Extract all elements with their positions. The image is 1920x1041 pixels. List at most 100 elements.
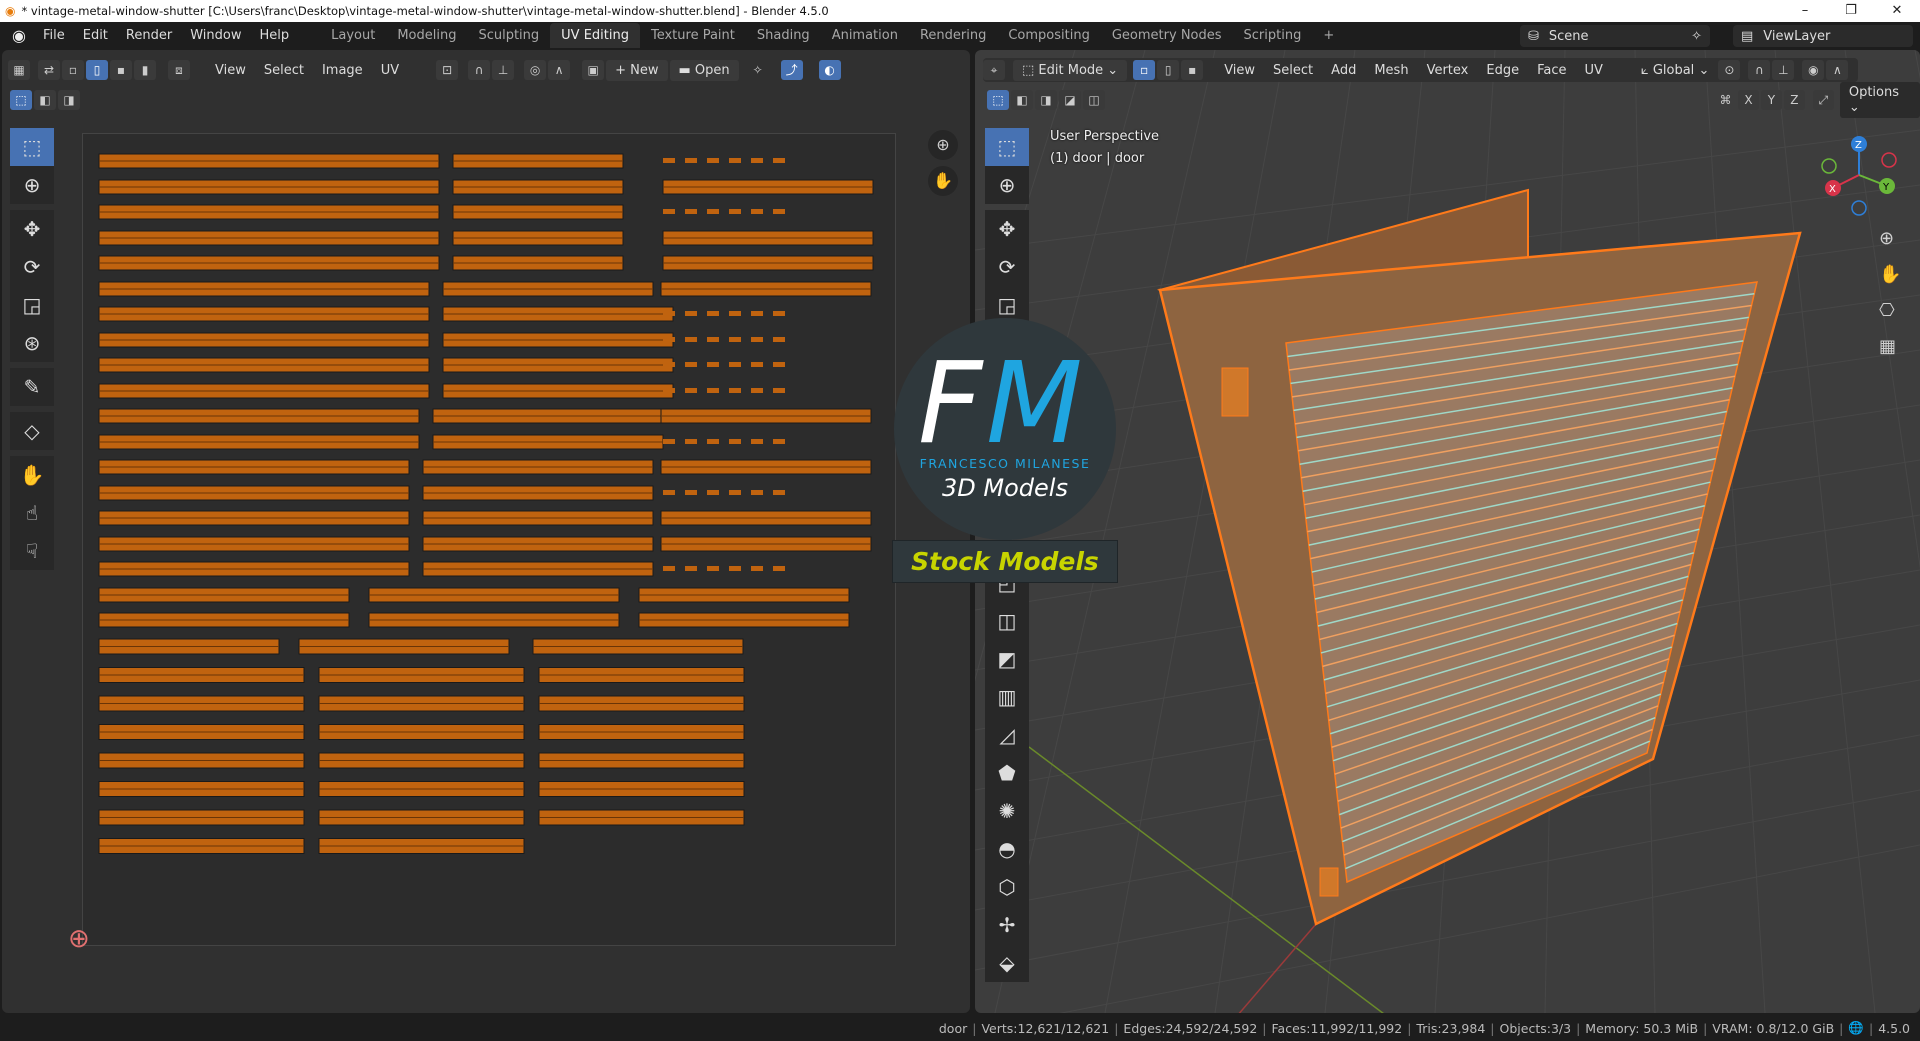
select-invert-icon[interactable]: ◪ — [1059, 90, 1081, 110]
loop-cut-tool[interactable]: ▥ — [985, 678, 1029, 716]
move-tool[interactable]: ✥ — [10, 210, 54, 248]
camera-view-icon[interactable]: ⎔ — [1879, 300, 1895, 321]
gizmo-neg-y-icon[interactable] — [1821, 158, 1837, 174]
falloff-icon[interactable]: ∧ — [1826, 60, 1849, 80]
viewport-menu-mesh[interactable]: Mesh — [1365, 60, 1417, 81]
pan-view-icon[interactable]: ✋ — [928, 166, 958, 196]
tab-texture-paint[interactable]: Texture Paint — [640, 23, 746, 48]
image-browse-icon[interactable]: ▣ — [582, 60, 605, 80]
select-extend-icon[interactable]: ◧ — [34, 90, 56, 110]
select-subtract-icon[interactable]: ◨ — [58, 90, 80, 110]
cursor-tool[interactable]: ⊕ — [10, 166, 54, 204]
menu-render[interactable]: Render — [117, 28, 181, 43]
tab-geometry-nodes[interactable]: Geometry Nodes — [1101, 23, 1233, 48]
proportional-edit-icon[interactable]: ◎ — [524, 60, 547, 80]
annotate-tool[interactable]: ✎ — [10, 368, 54, 406]
shrink-fatten-tool[interactable]: ✢ — [985, 906, 1029, 944]
move-tool[interactable]: ✥ — [985, 210, 1029, 248]
uv-menu-view[interactable]: View — [206, 60, 255, 81]
zoom-view-icon[interactable]: ⊕ — [928, 130, 958, 160]
shear-tool[interactable]: ⬙ — [985, 944, 1029, 982]
select-subtract-icon[interactable]: ◨ — [1035, 90, 1057, 110]
rotate-tool[interactable]: ⟳ — [985, 248, 1029, 286]
pivot-point-icon[interactable]: ⊙ — [1718, 60, 1741, 80]
tab-layout[interactable]: Layout — [320, 23, 386, 48]
tab-uv-editing[interactable]: UV Editing — [550, 23, 640, 48]
select-intersect-icon[interactable]: ◫ — [1083, 90, 1105, 110]
tab-shading[interactable]: Shading — [746, 23, 821, 48]
snap-target-icon[interactable]: ⊥ — [1772, 60, 1795, 80]
grab-tool[interactable]: ✋ — [10, 456, 54, 494]
select-extend-icon[interactable]: ◧ — [1011, 90, 1033, 110]
face-select-icon[interactable]: ▪ — [110, 60, 132, 80]
globe-icon[interactable]: 🌐 — [1848, 1020, 1864, 1036]
viewport-menu-edge[interactable]: Edge — [1477, 60, 1528, 81]
falloff-icon[interactable]: ∧ — [548, 60, 571, 80]
edge-slide-tool[interactable]: ⬡ — [985, 868, 1029, 906]
viewport-scene[interactable] — [975, 50, 1920, 1013]
rip-tool[interactable]: ◇ — [10, 412, 54, 450]
mirror-z-toggle[interactable]: Z — [1783, 90, 1805, 110]
viewport-menu-uv[interactable]: UV — [1575, 60, 1611, 81]
new-image-button[interactable]: + New — [606, 59, 668, 81]
navigation-gizmo[interactable]: Z Y X — [1815, 130, 1905, 220]
select-box-tool[interactable]: ⬚ — [10, 128, 54, 166]
sticky-select-icon[interactable]: ⧈ — [168, 60, 190, 80]
spin-tool[interactable]: ✺ — [985, 792, 1029, 830]
proportional-edit-icon[interactable]: ◉ — [1802, 60, 1825, 80]
select-new-icon[interactable]: ⬚ — [987, 90, 1009, 110]
poly-build-tool[interactable]: ⬟ — [985, 754, 1029, 792]
viewlayer-selector[interactable]: ▤ ViewLayer — [1733, 25, 1913, 47]
smooth-tool[interactable]: ◓ — [985, 830, 1029, 868]
options-dropdown[interactable]: Options ⌄ — [1839, 82, 1920, 118]
orientation-selector[interactable]: ⟀ Global ⌄ — [1632, 60, 1718, 81]
uv-menu-image[interactable]: Image — [313, 60, 372, 81]
tab-sculpting[interactable]: Sculpting — [467, 23, 550, 48]
edge-select-icon[interactable]: ▯ — [86, 60, 108, 80]
menu-window[interactable]: Window — [181, 28, 250, 43]
cursor-tool[interactable]: ⊕ — [985, 166, 1029, 204]
select-box-tool[interactable]: ⬚ — [985, 128, 1029, 166]
mirror-x-toggle[interactable]: X — [1737, 90, 1759, 110]
knife-tool[interactable]: ◿ — [985, 716, 1029, 754]
add-workspace-button[interactable]: + — [1312, 23, 1345, 48]
scene-selector[interactable]: ⛁ Scene ✧ — [1520, 25, 1710, 47]
overlay-icon[interactable]: ◐ — [818, 60, 841, 80]
snap-target-icon[interactable]: ⊥ — [492, 60, 515, 80]
pan-view-icon[interactable]: ✋ — [1879, 264, 1901, 285]
viewport-menu-face[interactable]: Face — [1528, 60, 1575, 81]
menu-edit[interactable]: Edit — [74, 28, 117, 43]
pin-icon[interactable]: ✧ — [1691, 29, 1702, 44]
tab-scripting[interactable]: Scripting — [1233, 23, 1313, 48]
editor-type-icon[interactable]: ⌖ — [983, 60, 1005, 80]
editor-type-icon[interactable]: ▦ — [8, 60, 30, 80]
edge-select-mode-icon[interactable]: ▯ — [1157, 60, 1180, 80]
tab-animation[interactable]: Animation — [821, 23, 909, 48]
uv-islands[interactable] — [83, 134, 897, 947]
menu-help[interactable]: Help — [250, 28, 298, 43]
viewport-menu-vertex[interactable]: Vertex — [1418, 60, 1478, 81]
viewport-menu-add[interactable]: Add — [1322, 60, 1365, 81]
mirror-y-toggle[interactable]: Y — [1760, 90, 1782, 110]
uv-display-icon[interactable]: ⤴ — [780, 60, 803, 80]
uv-menu-uv[interactable]: UV — [372, 60, 408, 81]
vertex-select-mode-icon[interactable]: ▫ — [1133, 60, 1156, 80]
open-image-button[interactable]: ▬ Open — [669, 59, 739, 81]
minimize-button[interactable]: – — [1782, 0, 1828, 22]
viewport-menu-select[interactable]: Select — [1264, 60, 1322, 81]
pinch-tool[interactable]: ☟ — [10, 532, 54, 570]
vertex-select-icon[interactable]: ▫ — [62, 60, 84, 80]
island-select-icon[interactable]: ▮ — [134, 60, 156, 80]
uv-menu-select[interactable]: Select — [255, 60, 313, 81]
select-new-icon[interactable]: ⬚ — [10, 90, 32, 110]
snap-icon[interactable]: ∩ — [468, 60, 491, 80]
topology-mirror-icon[interactable]: ⤢ — [1812, 90, 1834, 110]
transform-tool[interactable]: ⊛ — [10, 324, 54, 362]
gizmo-neg-z-icon[interactable] — [1851, 200, 1867, 216]
menu-file[interactable]: File — [34, 28, 74, 43]
close-button[interactable]: ✕ — [1874, 0, 1920, 22]
perspective-toggle-icon[interactable]: ▦ — [1879, 336, 1896, 357]
mode-selector[interactable]: ⬚ Edit Mode ⌄ — [1013, 59, 1128, 81]
pin-image-icon[interactable]: ✧ — [747, 60, 769, 80]
viewport-menu-view[interactable]: View — [1215, 60, 1264, 81]
